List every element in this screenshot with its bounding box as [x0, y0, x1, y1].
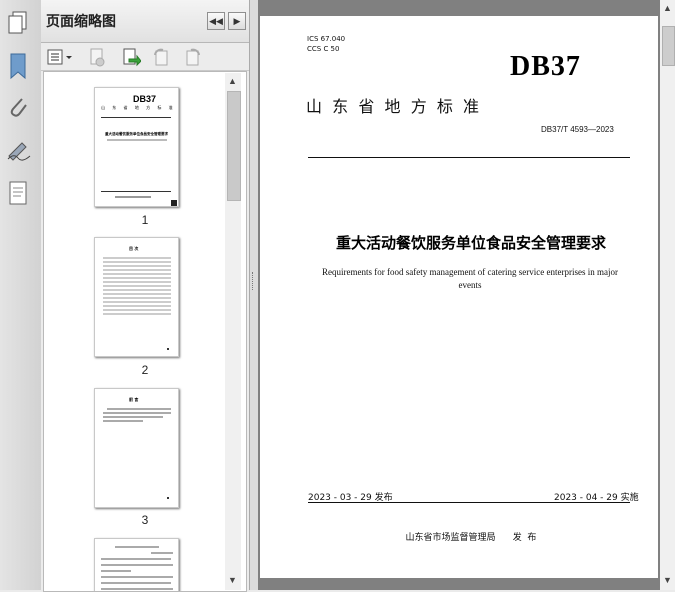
bookmarks-icon[interactable]: [6, 52, 30, 80]
extract-pages-button[interactable]: [121, 47, 142, 67]
scroll-down-icon[interactable]: ▼: [228, 575, 237, 585]
rotate-left-icon: [154, 48, 168, 66]
thumbnail-scrollbar[interactable]: ▲ ▼: [225, 73, 241, 590]
issuer: 山东省市场监督管理局 发 布: [405, 533, 537, 543]
thumb-text-lines: [101, 546, 173, 590]
signatures-icon[interactable]: [6, 138, 31, 162]
scrollbar-thumb[interactable]: [227, 91, 241, 201]
scroll-up-icon[interactable]: ▲: [663, 3, 672, 13]
options-list-icon: [47, 49, 72, 65]
pages-icon[interactable]: [6, 10, 30, 34]
document-scrollbar[interactable]: ▲ ▼: [660, 0, 675, 590]
scroll-up-icon[interactable]: ▲: [228, 76, 237, 86]
document-page: ICS 67.040 CCS C 50 DB37 山 东 省 地 方 标 准 D…: [260, 16, 658, 578]
thumbnail-list: DB37 山 东 省 地 方 标 准 重大活动餐饮服务单位食品安全管理要求 1 …: [43, 71, 247, 592]
hide-panel-button[interactable]: ▶: [228, 12, 246, 30]
document-properties-icon[interactable]: [6, 180, 30, 205]
rotate-right-icon: [186, 48, 200, 66]
thumbnails-panel: 页面缩略图 ◀◀ ▶ DB37 山 东 省 地 方 标 准 重大活动餐饮服务单位…: [41, 0, 249, 592]
thumb-title: 重大活动餐饮服务单位食品安全管理要求: [105, 132, 168, 136]
navigation-rail: [0, 0, 42, 590]
attachments-icon[interactable]: [6, 95, 30, 119]
thumbnail-label: 3: [141, 513, 149, 527]
document-viewer: ICS 67.040 CCS C 50 DB37 山 东 省 地 方 标 准 D…: [258, 0, 675, 590]
thumbnail-page-3[interactable]: 前 言: [94, 388, 179, 508]
double-chevron-left-icon: ◀◀: [209, 16, 223, 26]
thumb-subtitle-line: [107, 139, 167, 141]
standard-type: 山 东 省 地 方 标 准: [306, 97, 480, 116]
collapse-panel-button[interactable]: ◀◀: [207, 12, 225, 30]
header-rule: [308, 157, 630, 158]
thumb-standard-type: 山 东 省 地 方 标 准: [101, 105, 176, 110]
db-logo: DB37: [510, 51, 581, 82]
delete-pages-button[interactable]: [87, 47, 107, 67]
options-menu-button[interactable]: [47, 47, 73, 67]
document-title: 重大活动餐饮服务单位食品安全管理要求: [335, 234, 606, 252]
rotate-clockwise-button[interactable]: [183, 47, 203, 67]
thumb-issuer-line: [115, 196, 151, 198]
thumb-rule: [101, 191, 171, 192]
delete-page-icon: [90, 48, 105, 67]
footer-rule: [308, 502, 630, 503]
thumb-page-number: [167, 497, 169, 499]
thumb-text-lines: [103, 408, 171, 422]
thumbnail-page-2[interactable]: 目 次: [94, 237, 179, 357]
ics-code: ICS 67.040: [307, 35, 346, 43]
scroll-down-icon[interactable]: ▼: [663, 575, 672, 585]
panel-title: 页面缩略图: [46, 14, 116, 30]
thumbnail-label: 1: [141, 213, 149, 227]
thumbnail-page-4[interactable]: [94, 538, 179, 591]
thumb-current-marker: [171, 200, 177, 206]
thumb-toc-lines: [103, 257, 171, 315]
thumb-logo: DB37: [133, 94, 157, 104]
scrollbar-thumb[interactable]: [662, 26, 675, 66]
thumbnail-toolbar: [41, 43, 249, 71]
thumbnail-page-1[interactable]: DB37 山 东 省 地 方 标 准 重大活动餐饮服务单位食品安全管理要求: [94, 87, 179, 207]
thumb-heading: 目 次: [129, 246, 139, 251]
thumb-heading: 前 言: [129, 397, 139, 402]
panel-header: 页面缩略图 ◀◀ ▶: [41, 0, 249, 43]
rotate-counterclockwise-button[interactable]: [151, 47, 171, 67]
extract-page-icon: [123, 48, 142, 67]
chevron-right-icon: ▶: [233, 16, 241, 26]
thumb-page-number: [167, 348, 169, 350]
thumbnail-label: 2: [141, 363, 149, 377]
thumb-rule: [101, 117, 171, 118]
document-title-english: Requirements for food safety management …: [322, 267, 618, 290]
splitter-grip-icon: [252, 272, 255, 290]
ccs-code: CCS C 50: [307, 45, 340, 53]
standard-number: DB37/T 4593—2023: [541, 125, 614, 134]
